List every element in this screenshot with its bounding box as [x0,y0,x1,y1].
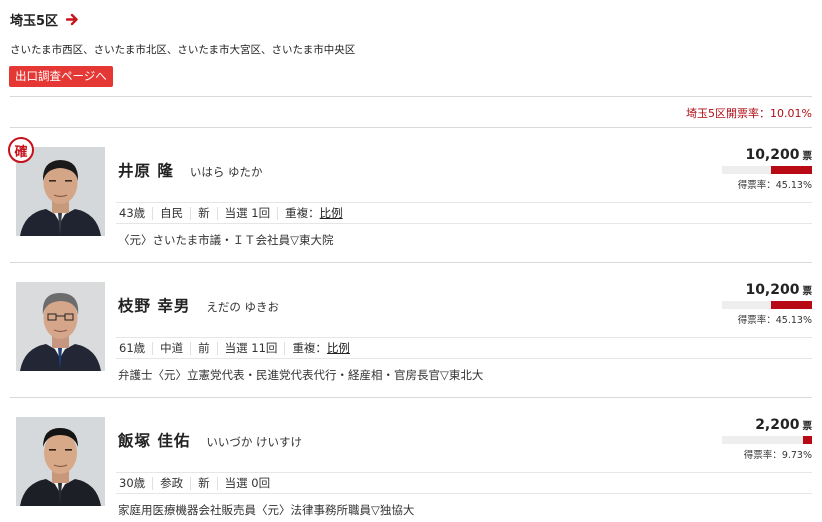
candidate-times-elected: 当選 11回 [218,341,286,355]
vote-number: 10,200 [745,282,800,298]
vote-unit: 票 [802,421,812,432]
candidate-party: 自民 [153,206,192,220]
vote-share-label: 得票率： [737,315,776,326]
candidate-career: 弁護士〈元〉立憲党代表・民進党代表代行・経産相・官房長官▽東北大 [118,368,484,382]
candidate-status: 新 [191,476,218,490]
vote-share-bar-fill [771,301,812,309]
candidate-kana: えだの ゆきお [206,300,280,314]
vote-unit: 票 [802,151,812,162]
proportional-link[interactable]: 比例 [320,206,343,220]
votes-box: 2,200 票 得票率：9.73% [717,417,812,461]
arrow-right-icon[interactable] [66,13,79,26]
vote-share-bar [722,436,812,444]
candidate-photo [16,417,105,506]
candidate-party: 参政 [153,476,192,490]
counting-rate: 埼玉5区開票率：10.01% [686,105,812,121]
vote-number: 2,200 [755,417,800,433]
candidate-card: 飯塚 佳佑 いいづか けいすけ 2,200 票 得票率：9.73% 30歳 参政 … [10,417,812,522]
candidate-duplicate: 重複：比例 [278,205,350,220]
candidate-meta: 43歳 自民 新 当選 1回 重複：比例 [116,202,812,224]
candidate-kana: いいづか けいすけ [206,435,303,449]
candidate-career: 〈元〉さいたま市議・ＩＴ会社員▽東大院 [118,233,334,247]
elected-badge: 確 [8,137,34,163]
proportional-link[interactable]: 比例 [327,341,350,355]
candidate-kana: いはら ゆたか [189,165,263,179]
vote-share: 得票率：45.13% [717,177,812,191]
divider [10,96,812,97]
candidate-photo [16,282,105,371]
candidate-status: 前 [191,341,218,355]
vote-share-value: 45.13% [775,315,812,326]
vote-number: 10,200 [745,147,800,163]
candidate-name: 井原 隆 [118,162,174,180]
vote-unit: 票 [802,286,812,297]
candidate-times-elected: 当選 1回 [218,206,279,220]
candidate-meta: 30歳 参政 新 当選 0回 [116,472,812,494]
vote-share-label: 得票率： [743,450,782,461]
vote-share-label: 得票率： [737,180,776,191]
vote-count: 10,200 票 [717,147,812,163]
candidate-party: 中道 [153,341,192,355]
duplicate-label: 重複： [292,340,327,355]
candidate-name: 飯塚 佳佑 [118,432,191,450]
vote-share: 得票率：9.73% [717,447,812,461]
district-title[interactable]: 埼玉5区 [10,10,58,29]
votes-box: 10,200 票 得票率：45.13% [717,147,812,191]
divider [10,127,812,128]
vote-share-bar-fill [771,166,812,174]
candidate-age: 61歳 [116,341,154,355]
candidate-duplicate: 重複：比例 [285,340,357,355]
divider [10,397,812,398]
name-row: 飯塚 佳佑 いいづか けいすけ [118,429,302,451]
candidate-card: 確 井原 隆 いはら ゆたか 10,200 票 得票率：45.13% 43歳 自民… [8,137,812,257]
district-header[interactable]: 埼玉5区 [10,10,79,29]
vote-share-bar-fill [803,436,812,444]
name-row: 井原 隆 いはら ゆたか [118,159,263,181]
exit-poll-button[interactable]: 出口調査ページへ [9,66,113,87]
vote-count: 2,200 票 [717,417,812,433]
counting-rate-value: 10.01% [770,107,812,120]
candidate-age: 30歳 [116,476,154,490]
name-row: 枝野 幸男 えだの ゆきお [118,294,279,316]
vote-count: 10,200 票 [717,282,812,298]
votes-box: 10,200 票 得票率：45.13% [717,282,812,326]
vote-share-bar [722,301,812,309]
candidate-card: 枝野 幸男 えだの ゆきお 10,200 票 得票率：45.13% 61歳 中道 … [10,282,812,392]
vote-share-value: 9.73% [781,450,812,461]
candidate-times-elected: 当選 0回 [224,475,271,490]
vote-share-value: 45.13% [775,180,812,191]
divider [10,262,812,263]
vote-share-bar [722,166,812,174]
duplicate-label: 重複： [285,205,320,220]
candidate-name: 枝野 幸男 [118,297,191,315]
candidate-status: 新 [191,206,218,220]
candidate-age: 43歳 [116,206,154,220]
counting-rate-label: 埼玉5区開票率： [686,107,771,120]
candidate-career: 家庭用医療機器会社販売員〈元〉法律事務所職員▽独協大 [118,503,415,517]
vote-share: 得票率：45.13% [717,312,812,326]
district-areas: さいたま市西区、さいたま市北区、さいたま市大宮区、さいたま市中央区 [10,44,356,56]
candidate-photo [16,147,105,236]
candidate-meta: 61歳 中道 前 当選 11回 重複：比例 [116,337,812,359]
